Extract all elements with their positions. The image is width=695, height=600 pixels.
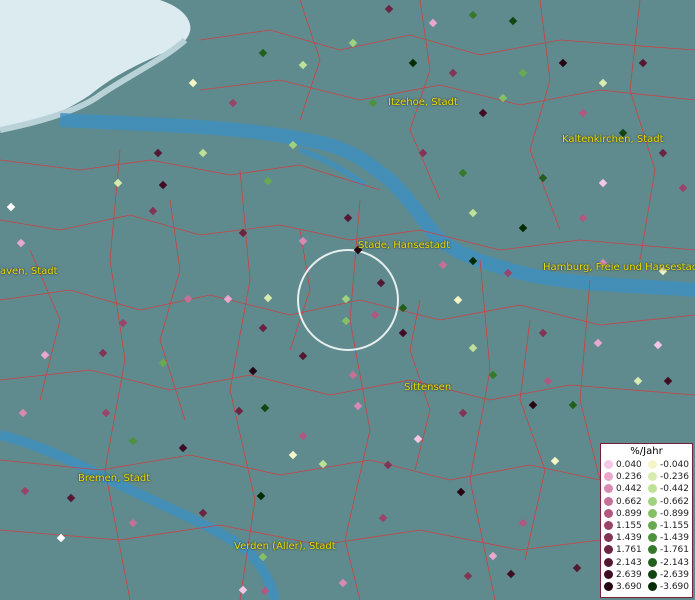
legend-swatch bbox=[648, 496, 657, 506]
legend-item-negative: -1.155 bbox=[648, 521, 689, 531]
legend-label: -1.439 bbox=[660, 533, 690, 544]
legend-label: -0.040 bbox=[660, 460, 690, 470]
legend-label: -0.236 bbox=[660, 472, 690, 483]
legend-label: -2.639 bbox=[660, 569, 690, 580]
legend-label: 0.662 bbox=[616, 496, 642, 507]
legend-item-negative: -2.639 bbox=[648, 569, 690, 580]
city-label-hamburg: Hamburg, Freie und Hansestadt bbox=[543, 262, 695, 273]
legend-label: 3.690 bbox=[616, 582, 642, 592]
legend-swatch bbox=[648, 460, 657, 469]
legend-label: -0.899 bbox=[660, 508, 690, 519]
legend-swatch bbox=[648, 582, 657, 591]
legend-swatch bbox=[648, 557, 657, 567]
legend-label: 2.143 bbox=[616, 557, 642, 568]
legend-item-negative: -3.690 bbox=[648, 582, 689, 592]
legend-swatch bbox=[604, 472, 613, 482]
legend-swatch bbox=[648, 545, 657, 555]
legend-item-positive: 1.439 bbox=[604, 533, 642, 543]
legend-label: -1.155 bbox=[660, 521, 690, 531]
legend-swatch bbox=[604, 557, 613, 567]
city-label-stade: Stade, Hansestadt bbox=[358, 240, 451, 251]
legend-label: 2.639 bbox=[616, 569, 642, 580]
legend-label: 0.442 bbox=[616, 484, 642, 495]
legend-item-positive: 1.155 bbox=[604, 521, 642, 531]
legend-item-negative: -0.236 bbox=[648, 472, 689, 482]
legend-item-positive: 2.639 bbox=[604, 569, 642, 580]
legend-swatch bbox=[648, 508, 657, 518]
city-label-sittensen: Sittensen bbox=[404, 382, 452, 393]
legend-label: 1.155 bbox=[616, 521, 642, 531]
legend-item-positive: 0.236 bbox=[604, 472, 642, 482]
legend-label: -3.690 bbox=[660, 582, 690, 592]
city-label-bremerhaven: aven, Stadt bbox=[0, 266, 58, 277]
legend-swatch bbox=[604, 582, 613, 591]
legend-swatch bbox=[604, 508, 613, 518]
legend-label: 0.040 bbox=[616, 460, 642, 470]
city-label-bremen: Bremen, Stadt bbox=[78, 473, 151, 484]
legend-item-positive: 0.662 bbox=[604, 496, 642, 507]
legend-item-positive: 3.690 bbox=[604, 582, 642, 592]
legend-swatch bbox=[604, 533, 613, 543]
legend-swatch bbox=[604, 460, 613, 469]
legend-swatch bbox=[604, 569, 613, 579]
legend-swatch bbox=[648, 484, 657, 494]
weser-river bbox=[0, 430, 280, 600]
legend-label: -1.761 bbox=[660, 545, 690, 556]
legend-label: 0.899 bbox=[616, 508, 642, 519]
legend-label: -0.442 bbox=[660, 484, 690, 495]
map-view[interactable]: Itzehoe, Stadt Kaltenkirchen, Stadt Stad… bbox=[0, 0, 695, 600]
legend-swatch bbox=[648, 533, 657, 543]
north-sea-area bbox=[0, 0, 191, 130]
legend-swatch bbox=[604, 484, 613, 494]
legend-item-negative: -0.662 bbox=[648, 496, 690, 507]
legend-label: 1.761 bbox=[616, 545, 642, 556]
legend-title: %/Jahr bbox=[630, 446, 663, 457]
map-canvas bbox=[0, 0, 695, 600]
legend-item-positive: 0.899 bbox=[604, 508, 642, 519]
legend-item-negative: -0.442 bbox=[648, 484, 689, 494]
legend-swatch bbox=[648, 521, 657, 530]
legend-item-negative: -2.143 bbox=[648, 557, 690, 568]
legend-swatch bbox=[604, 496, 613, 506]
legend: %/Jahr 0.040 0.236 0.442 0.662 0.899 1.155 1.4… bbox=[600, 443, 693, 598]
legend-swatch bbox=[648, 472, 657, 482]
legend-label: 0.236 bbox=[616, 472, 642, 483]
legend-label: 1.439 bbox=[616, 533, 642, 544]
legend-item-positive: 0.040 bbox=[604, 460, 642, 470]
legend-item-negative: -1.439 bbox=[648, 533, 689, 543]
legend-label: -2.143 bbox=[660, 557, 690, 568]
legend-swatch bbox=[648, 569, 657, 579]
legend-item-positive: 2.143 bbox=[604, 557, 642, 568]
legend-swatch bbox=[604, 545, 613, 555]
legend-swatch bbox=[604, 521, 613, 530]
legend-item-negative: -1.761 bbox=[648, 545, 689, 555]
legend-item-positive: 1.761 bbox=[604, 545, 642, 555]
legend-item-negative: -0.899 bbox=[648, 508, 690, 519]
legend-item-negative: -0.040 bbox=[648, 460, 689, 470]
legend-item-positive: 0.442 bbox=[604, 484, 642, 494]
city-label-itzehoe: Itzehoe, Stadt bbox=[388, 97, 458, 108]
city-label-kaltenkirchen: Kaltenkirchen, Stadt bbox=[562, 134, 664, 145]
city-label-verden: Verden (Aller), Stadt bbox=[234, 541, 336, 552]
legend-label: -0.662 bbox=[660, 496, 690, 507]
data-points[interactable] bbox=[6, 4, 688, 596]
